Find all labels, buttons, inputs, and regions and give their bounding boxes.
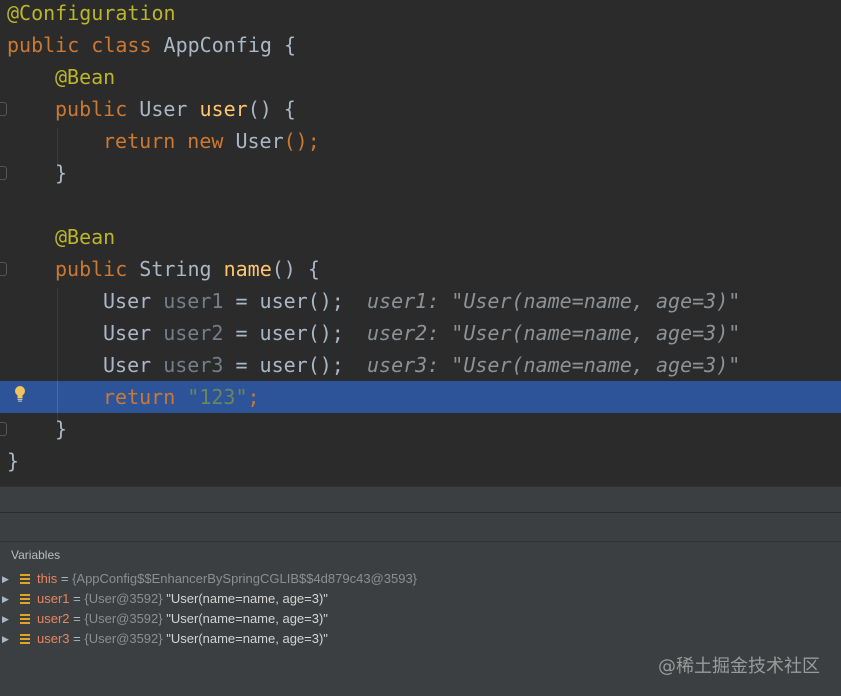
editor-bottom-bar <box>0 486 841 513</box>
class-name-token: AppConfig <box>163 33 272 57</box>
expression-token: = user(); <box>223 321 344 345</box>
code-line[interactable]: User user1 = user(); user1: "User(name=n… <box>0 285 841 317</box>
tool-window-toolbar <box>0 512 841 542</box>
type-token: User <box>103 321 164 345</box>
code-line[interactable]: User user3 = user(); user3: "User(name=n… <box>0 349 841 381</box>
expression-token: = user(); <box>223 289 344 313</box>
expression-token: = user(); <box>223 353 344 377</box>
code-line[interactable]: } <box>0 445 841 477</box>
variable-row[interactable]: ▶ this = {AppConfig$$EnhancerBySpringCGL… <box>0 569 841 589</box>
variable-name: user1 <box>37 591 70 606</box>
expand-arrow-icon[interactable]: ▶ <box>2 609 9 629</box>
type-token: User <box>235 129 284 153</box>
keyword-token: return new <box>103 129 236 153</box>
variable-name: user2 <box>37 611 70 626</box>
annotation-token: @Configuration <box>7 1 176 25</box>
lightbulb-icon[interactable] <box>13 385 27 403</box>
variable-value: "User(name=name, age=3)" <box>162 591 328 606</box>
punctuation-token: () { <box>271 257 320 281</box>
expand-arrow-icon[interactable]: ▶ <box>2 569 9 589</box>
code-line[interactable]: public User user() { <box>0 93 841 125</box>
variable-equals: = <box>69 631 85 646</box>
punctuation-token: () { <box>247 97 296 121</box>
variable-value: "User(name=name, age=3)" <box>162 611 328 626</box>
punctuation-token: { <box>271 33 297 57</box>
variable-token: user2 <box>163 321 224 345</box>
code-line[interactable]: @Bean <box>0 221 841 253</box>
keyword-token: return <box>103 385 188 409</box>
variable-type: {User@3592} <box>84 631 163 646</box>
inline-debug-value: user3: "User(name=name, age=3)" <box>367 353 741 377</box>
string-token: "123" <box>187 385 248 409</box>
code-line[interactable]: } <box>0 157 841 189</box>
type-token: User <box>103 289 164 313</box>
variables-panel-title: Variables <box>11 548 61 562</box>
variable-equals: = <box>57 571 73 586</box>
code-line[interactable]: return new User(); <box>0 125 841 157</box>
punctuation-token: } <box>55 417 68 441</box>
variable-token: user3 <box>163 353 224 377</box>
code-line[interactable]: public String name() { <box>0 253 841 285</box>
variable-equals: = <box>69 591 85 606</box>
punctuation-token: (); <box>283 129 320 153</box>
variable-value: "User(name=name, age=3)" <box>162 631 328 646</box>
type-token: User <box>139 97 200 121</box>
expand-arrow-icon[interactable]: ▶ <box>2 589 9 609</box>
variable-type: {User@3592} <box>84 591 163 606</box>
keyword-token: public class <box>7 33 164 57</box>
annotation-token: @Bean <box>55 225 116 249</box>
variable-equals: = <box>69 611 85 626</box>
punctuation-token: } <box>55 161 68 185</box>
watermark: @稀土掘金技术社区 <box>658 656 820 677</box>
keyword-token: public <box>55 97 140 121</box>
code-line[interactable]: @Configuration <box>0 0 841 29</box>
code-line[interactable]: @Bean <box>0 61 841 93</box>
punctuation-token: } <box>7 449 20 473</box>
variable-type: {User@3592} <box>84 611 163 626</box>
code-editor[interactable]: @Configuration public class AppConfig { … <box>0 0 841 486</box>
inline-debug-value: user1: "User(name=name, age=3)" <box>367 289 741 313</box>
type-token: User <box>103 353 164 377</box>
type-token: String <box>139 257 224 281</box>
field-icon <box>20 614 30 624</box>
method-name-token: name <box>223 257 272 281</box>
variable-row[interactable]: ▶ user1 = {User@3592} "User(name=name, a… <box>0 589 841 609</box>
variable-name: user3 <box>37 631 70 646</box>
annotation-token: @Bean <box>55 65 116 89</box>
field-icon <box>20 574 30 584</box>
inline-debug-value: user2: "User(name=name, age=3)" <box>367 321 741 345</box>
field-icon <box>20 634 30 644</box>
variable-row[interactable]: ▶ user2 = {User@3592} "User(name=name, a… <box>0 609 841 629</box>
keyword-token: public <box>55 257 140 281</box>
variable-name: this <box>37 571 58 586</box>
method-name-token: user <box>199 97 248 121</box>
expand-arrow-icon[interactable]: ▶ <box>2 629 9 649</box>
variable-token: user1 <box>163 289 224 313</box>
code-line[interactable]: } <box>0 413 841 445</box>
code-line[interactable]: public class AppConfig { <box>0 29 841 61</box>
variable-type: {AppConfig$$EnhancerBySpringCGLIB$$4d879… <box>72 571 418 586</box>
punctuation-token: ; <box>247 385 260 409</box>
variable-row[interactable]: ▶ user3 = {User@3592} "User(name=name, a… <box>0 629 841 649</box>
current-execution-line[interactable]: return "123"; <box>0 381 841 413</box>
code-line[interactable]: User user2 = user(); user2: "User(name=n… <box>0 317 841 349</box>
variables-panel-header: Variables <box>0 541 841 570</box>
field-icon <box>20 594 30 604</box>
indent-guide <box>57 381 58 413</box>
